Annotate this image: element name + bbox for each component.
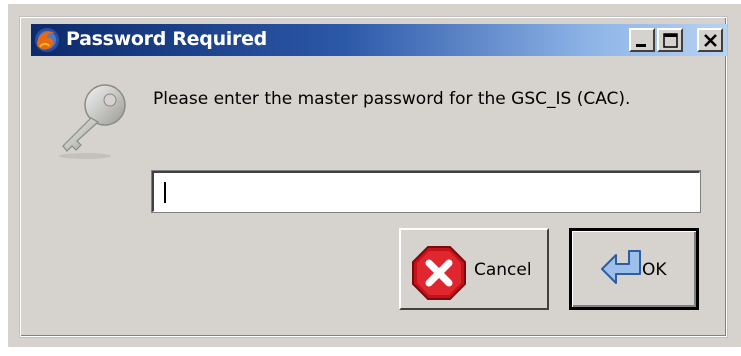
dialog-message: Please enter the master password for the… <box>153 89 631 109</box>
title-bar[interactable]: Password Required <box>31 24 727 56</box>
close-button[interactable] <box>697 28 723 52</box>
minimize-button[interactable] <box>629 28 655 52</box>
cancel-label: Cancel <box>474 260 532 280</box>
firefox-icon <box>34 27 60 53</box>
cancel-icon <box>412 246 466 300</box>
cancel-button[interactable]: Cancel <box>399 228 549 310</box>
text-caret <box>164 182 166 203</box>
ok-button[interactable]: OK <box>569 228 699 310</box>
ok-label: OK <box>642 260 667 280</box>
close-icon <box>704 34 717 47</box>
minimize-icon <box>636 44 646 47</box>
password-input[interactable] <box>151 170 701 213</box>
window-title: Password Required <box>66 28 267 50</box>
maximize-button[interactable] <box>657 28 683 52</box>
key-icon <box>55 80 130 160</box>
maximize-icon <box>663 33 678 48</box>
enter-arrow-icon <box>601 250 641 284</box>
